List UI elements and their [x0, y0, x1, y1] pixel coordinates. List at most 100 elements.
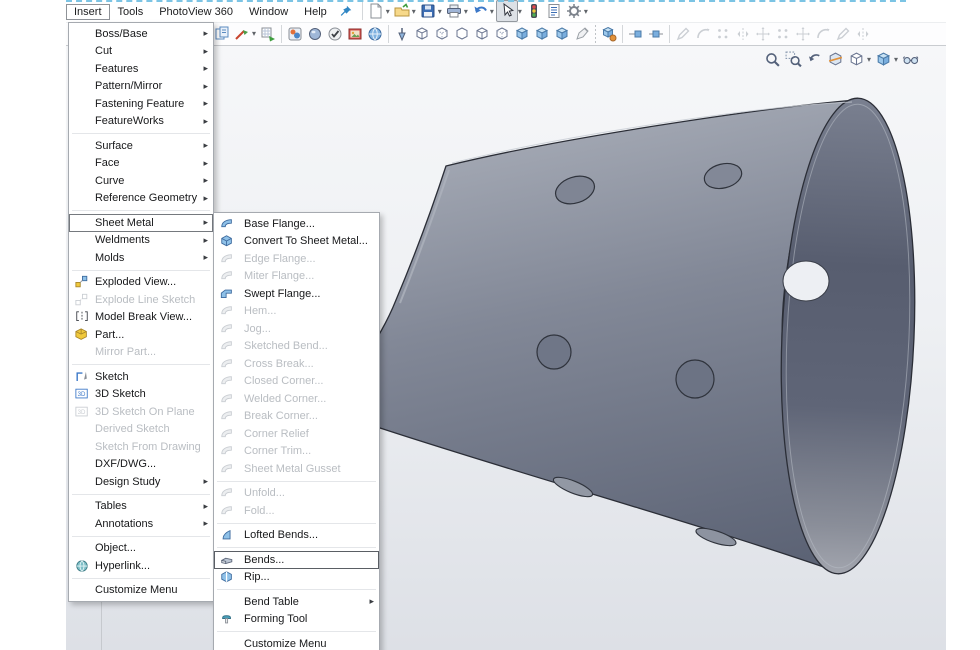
save-dropdown-arrow[interactable]: ▾: [438, 7, 442, 16]
undo-dropdown-arrow[interactable]: ▾: [490, 7, 494, 16]
menu-item-annotations[interactable]: Annotations▸: [69, 515, 213, 533]
menu-item-features[interactable]: Features▸: [69, 60, 213, 78]
hidden-lines-removed-view-icon[interactable]: [452, 24, 472, 44]
menu-item-part[interactable]: Part...: [69, 326, 213, 344]
menu-photoview-360[interactable]: PhotoView 360: [151, 4, 241, 20]
new-document-icon[interactable]: [366, 1, 386, 21]
menu-pin-icon[interactable]: [339, 4, 353, 18]
menu-item-tables[interactable]: Tables▸: [69, 498, 213, 516]
offset-entities-icon[interactable]: [733, 24, 753, 44]
rapid-sketch-icon[interactable]: [853, 24, 873, 44]
menu-item-molds[interactable]: Molds▸: [69, 249, 213, 267]
trim-entities-icon[interactable]: [693, 24, 713, 44]
draft-quality-view-icon[interactable]: [472, 24, 492, 44]
move-entities-icon[interactable]: [793, 24, 813, 44]
menu-item-object[interactable]: Object...: [69, 540, 213, 558]
measure-tool-icon[interactable]: [232, 24, 252, 44]
menu-tools[interactable]: Tools: [110, 4, 152, 20]
sketch-spline-icon[interactable]: [673, 24, 693, 44]
section-view-icon[interactable]: [825, 49, 846, 69]
hidden-lines-visible-view-icon[interactable]: [432, 24, 452, 44]
menu-help[interactable]: Help: [296, 4, 335, 20]
mirror-entities-icon[interactable]: [753, 24, 773, 44]
menu-window[interactable]: Window: [241, 4, 296, 20]
hide-show-items-icon[interactable]: [900, 49, 921, 69]
menu-item-customize-menu[interactable]: Customize Menu: [214, 635, 379, 650]
edit-appearance-icon[interactable]: [599, 24, 619, 44]
display-style-dropdown-arrow[interactable]: ▾: [894, 55, 898, 64]
menu-item-rip[interactable]: Rip...: [214, 569, 379, 587]
move-plus-icon[interactable]: [646, 24, 666, 44]
view-orientation-icon[interactable]: [846, 49, 867, 69]
menu-insert[interactable]: Insert: [66, 4, 110, 20]
file-properties-icon[interactable]: [544, 1, 564, 21]
convert-entities-icon[interactable]: [713, 24, 733, 44]
render-preview-icon[interactable]: [285, 24, 305, 44]
eraser-tool-icon[interactable]: [572, 24, 592, 44]
menu-item-reference-geometry[interactable]: Reference Geometry▸: [69, 190, 213, 208]
menu-item-bends[interactable]: Bends...: [214, 551, 379, 569]
display-style-icon[interactable]: [873, 49, 894, 69]
linear-sketch-pattern-icon[interactable]: [773, 24, 793, 44]
menu-item-exploded-view[interactable]: Exploded View...: [69, 274, 213, 292]
menu-item-convert-to-sheet-metal[interactable]: Convert To Sheet Metal...: [214, 233, 379, 251]
view-orientation-dropdown-arrow[interactable]: ▾: [867, 55, 871, 64]
select-icon[interactable]: [496, 0, 518, 22]
menu-item-hyperlink[interactable]: Hyperlink...: [69, 557, 213, 575]
menu-item-bend-table[interactable]: Bend Table▸: [214, 593, 379, 611]
shaded-view-icon[interactable]: [532, 24, 552, 44]
recall-image-icon[interactable]: [345, 24, 365, 44]
rebuild-icon[interactable]: [524, 1, 544, 21]
menu-item-lofted-bends[interactable]: Lofted Bends...: [214, 527, 379, 545]
menu-item-sketch[interactable]: Sketch: [69, 368, 213, 386]
hole-mid-left[interactable]: [537, 335, 571, 369]
wireframe-view-icon[interactable]: [412, 24, 432, 44]
menu-item-base-flange[interactable]: Base Flange...: [214, 215, 379, 233]
options-icon[interactable]: [564, 1, 584, 21]
select-dropdown-arrow[interactable]: ▾: [518, 7, 522, 16]
menu-item-sheet-metal[interactable]: Sheet Metal▸: [69, 214, 213, 232]
repair-sketch-icon[interactable]: [833, 24, 853, 44]
menu-item-dxf-dwg[interactable]: DXF/DWG...: [69, 456, 213, 474]
menu-item-featureworks[interactable]: FeatureWorks▸: [69, 113, 213, 131]
measure-tool-dropdown-arrow[interactable]: ▾: [252, 29, 256, 38]
shadows-view-icon[interactable]: [552, 24, 572, 44]
previous-view-icon[interactable]: [804, 49, 825, 69]
menu-item-surface[interactable]: Surface▸: [69, 137, 213, 155]
apply-scene-icon[interactable]: [305, 24, 325, 44]
menu-item-fastening-feature[interactable]: Fastening Feature▸: [69, 95, 213, 113]
zoom-to-fit-icon[interactable]: [762, 49, 783, 69]
save-icon[interactable]: [418, 1, 438, 21]
menu-item-weldments[interactable]: Weldments▸: [69, 232, 213, 250]
menu-item-pattern-mirror[interactable]: Pattern/Mirror▸: [69, 78, 213, 96]
hole-through-white[interactable]: [783, 261, 829, 301]
hole-mid-right[interactable]: [676, 360, 714, 398]
new-document-dropdown-arrow[interactable]: ▾: [386, 7, 390, 16]
options-dropdown-arrow[interactable]: ▾: [584, 7, 588, 16]
menu-item-customize-menu[interactable]: Customize Menu: [69, 582, 213, 600]
display-relations-icon[interactable]: [813, 24, 833, 44]
shaded-with-edges-view-icon[interactable]: [512, 24, 532, 44]
menu-item-3d-sketch[interactable]: 3D3D Sketch: [69, 386, 213, 404]
zoom-to-area-icon[interactable]: [783, 49, 804, 69]
open-icon[interactable]: [392, 1, 412, 21]
schedule-render-icon[interactable]: [325, 24, 345, 44]
export-table-icon[interactable]: [258, 24, 278, 44]
menu-item-cut[interactable]: Cut▸: [69, 43, 213, 61]
print-icon[interactable]: [444, 1, 464, 21]
menu-item-face[interactable]: Face▸: [69, 155, 213, 173]
plumb-tool-icon[interactable]: [392, 24, 412, 44]
render-region-icon[interactable]: [365, 24, 385, 44]
print-dropdown-arrow[interactable]: ▾: [464, 7, 468, 16]
undo-icon[interactable]: [470, 1, 490, 21]
perspective-view-icon[interactable]: [492, 24, 512, 44]
move-minus-icon[interactable]: [626, 24, 646, 44]
open-dropdown-arrow[interactable]: ▾: [412, 7, 416, 16]
menu-item-swept-flange[interactable]: Swept Flange...: [214, 285, 379, 303]
menu-item-design-study[interactable]: Design Study▸: [69, 473, 213, 491]
menu-item-model-break-view[interactable]: Model Break View...: [69, 309, 213, 327]
menu-item-boss-base[interactable]: Boss/Base▸: [69, 25, 213, 43]
menu-item-forming-tool[interactable]: Forming Tool: [214, 611, 379, 629]
menu-item-curve[interactable]: Curve▸: [69, 172, 213, 190]
edit-component-icon[interactable]: [212, 24, 232, 44]
